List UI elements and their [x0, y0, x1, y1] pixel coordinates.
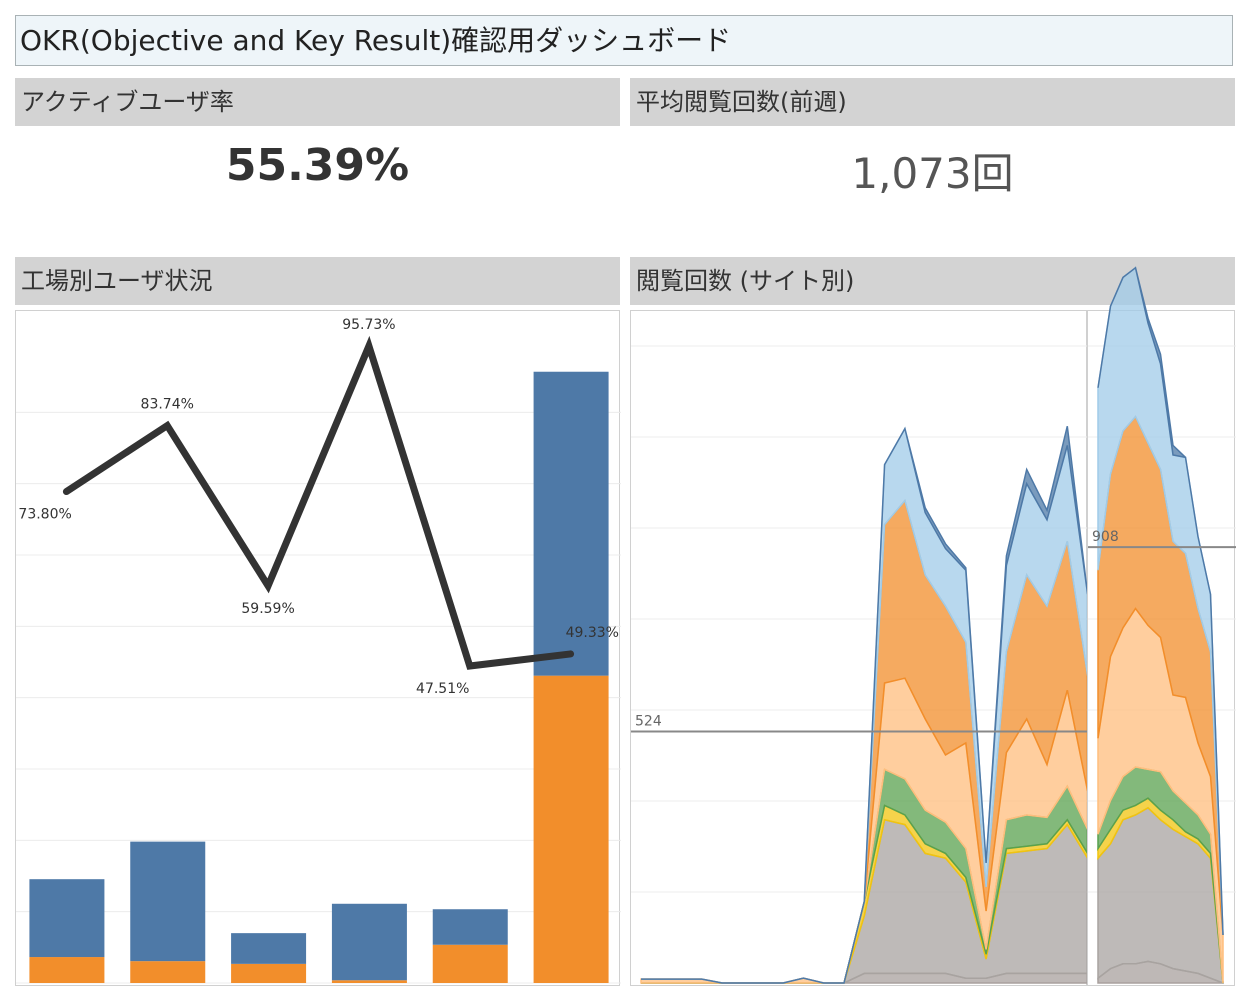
active-user-rate-value: 55.39% — [225, 140, 410, 191]
factory-user-chart: 73.80% 83.74% 59.59% 95.73% 47.51% 49.33% — [16, 317, 621, 984]
bar-segment — [29, 957, 105, 983]
reference-line-label: 908 — [1092, 529, 1119, 545]
rate-label: 59.59% — [241, 601, 294, 617]
bar-segment — [533, 675, 609, 983]
rate-label: 83.74% — [141, 397, 194, 413]
bar-segment — [331, 980, 407, 983]
rate-label: 73.80% — [18, 507, 71, 523]
site-views-header: 閲覧回数 (サイト別) — [630, 257, 1235, 305]
avg-views-value: 1,073回 — [851, 149, 1014, 198]
factory-chart-panel: 73.80% 83.74% 59.59% 95.73% 47.51% 49.33% — [15, 310, 621, 986]
rate-line — [62, 335, 575, 670]
rate-label: 95.73% — [342, 317, 395, 333]
bar-segment — [331, 903, 407, 981]
active-user-rate-header: アクティブユーザ率 — [15, 78, 620, 126]
reference-line-label: 524 — [635, 713, 662, 729]
bar-segment — [231, 963, 307, 983]
site-views-chart-pane-left: 524 — [630, 310, 1089, 986]
rate-label: 49.33% — [566, 625, 619, 641]
site-views-chart-pane-right: 908 — [1087, 266, 1236, 986]
rate-label: 47.51% — [416, 681, 469, 697]
bar-segment — [231, 933, 307, 964]
site-views-area-chart-left: 524 — [631, 345, 1089, 984]
factory-users-header: 工場別ユーザ状況 — [15, 257, 620, 305]
dashboard-title: OKR(Objective and Key Result)確認用ダッシュボード — [15, 15, 1233, 66]
bar-segment — [130, 841, 206, 962]
bar-segment — [130, 961, 206, 983]
bar-segment — [432, 909, 508, 945]
avg-views-header: 平均閲覧回数(前週) — [630, 78, 1235, 126]
bar-segment — [29, 879, 105, 958]
bar-segment — [432, 944, 508, 983]
site-views-area-chart-right: 908 — [1088, 266, 1236, 985]
